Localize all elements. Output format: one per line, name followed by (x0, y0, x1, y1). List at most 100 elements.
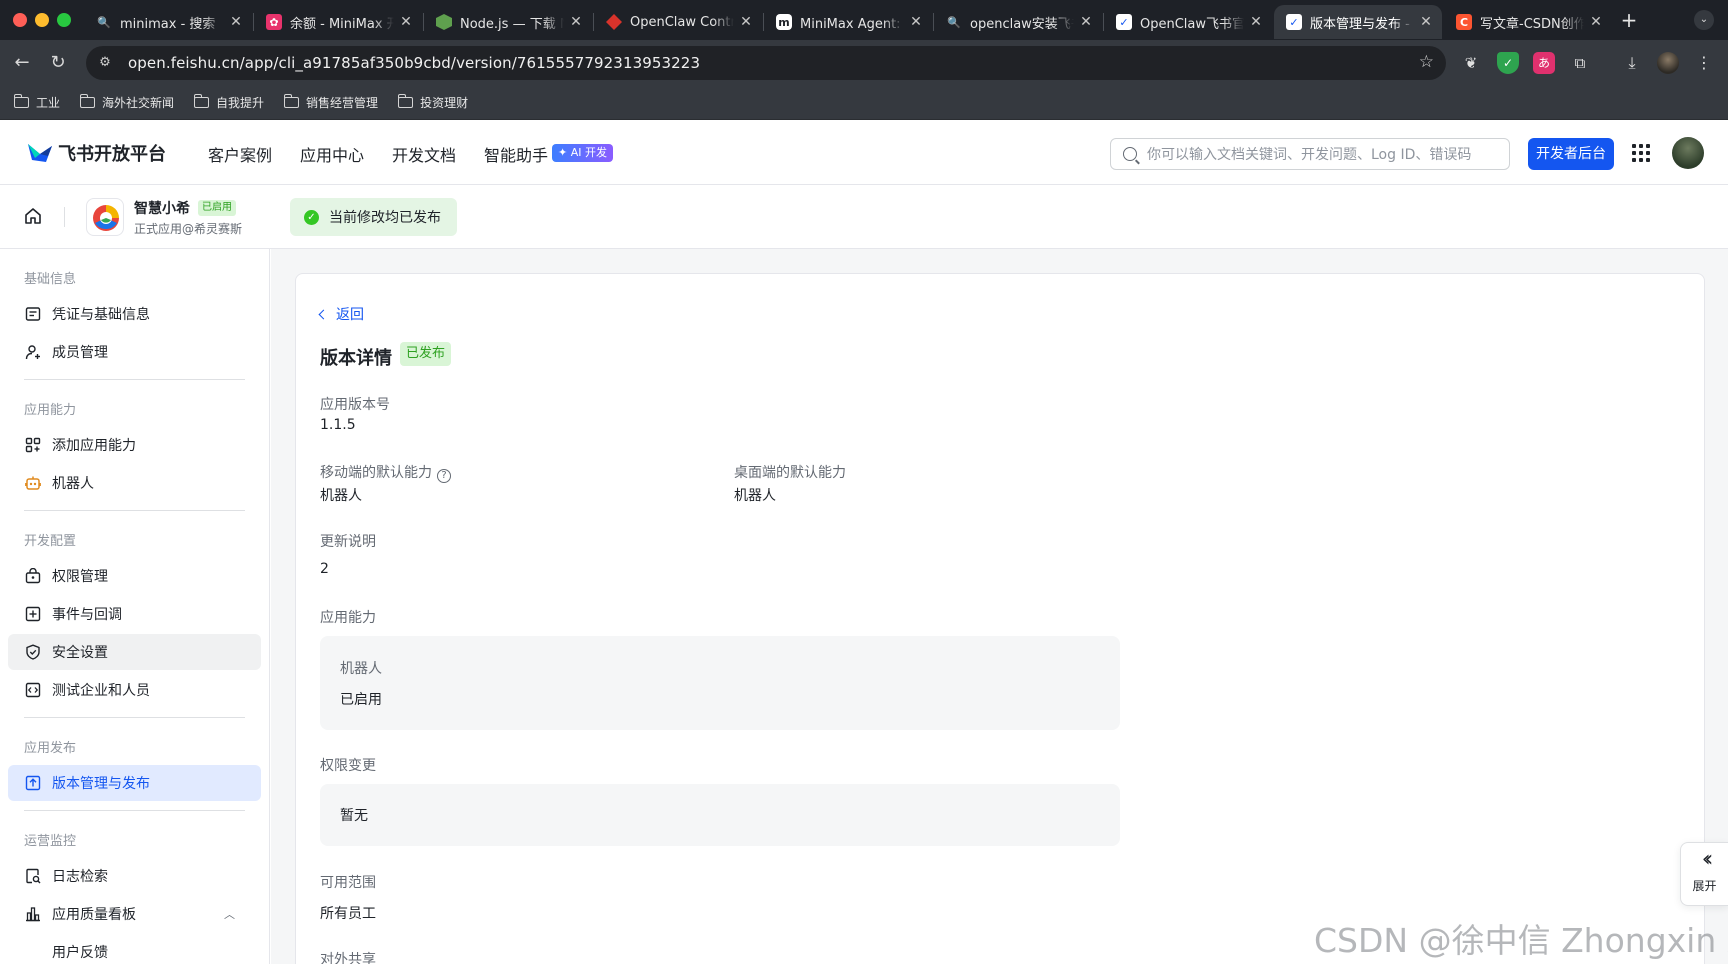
bookmark-folder[interactable]: 投资理财 (397, 94, 468, 111)
sidebar-item-user-feedback[interactable]: 用户反馈 (8, 934, 261, 964)
browser-tab[interactable]: ✿ 余额 - MiniMax 开 ✕ (254, 5, 422, 39)
version-number-value: 1.1.5 (320, 417, 356, 433)
tab-search-chevron-icon[interactable]: ⌄ (1694, 10, 1714, 30)
extension-icon[interactable]: ❦ (1460, 52, 1482, 74)
browser-tab[interactable]: 🔍 minimax - 搜索 ✕ (84, 5, 252, 39)
sidebar-item-test-enterprise[interactable]: 测试企业和人员 (8, 672, 261, 708)
window-zoom-button[interactable] (57, 13, 71, 27)
translate-extension-icon[interactable]: あ (1533, 52, 1555, 74)
address-bar[interactable]: ⚙ open.feishu.cn/app/cli_a91785af350b9cb… (86, 46, 1446, 80)
feishu-logo-icon[interactable] (26, 140, 54, 164)
sidebar-item-version-release[interactable]: 版本管理与发布 (8, 765, 261, 801)
menu-kebab-icon[interactable]: ⋮ (1693, 52, 1715, 74)
ai-dev-badge[interactable]: ✦ AI 开发 (552, 144, 613, 162)
expand-panel-button[interactable]: ‹‹ 展开 (1680, 842, 1728, 906)
sidebar-item-add-capability[interactable]: 添加应用能力 (8, 427, 261, 463)
sidebar-item-log-search[interactable]: 日志检索 (8, 858, 261, 894)
close-icon[interactable]: ✕ (908, 14, 924, 30)
sidebar-item-label: 添加应用能力 (52, 438, 136, 454)
csdn-icon: C (1456, 14, 1472, 30)
sidebar-item-members[interactable]: 成员管理 (8, 334, 261, 370)
sidebar-group-title: 应用发布 (24, 741, 77, 756)
app-subtitle: 正式应用@希灵赛斯 (134, 222, 243, 236)
browser-toolbar: ← ↻ ⚙ open.feishu.cn/app/cli_a91785af350… (0, 40, 1728, 86)
help-icon[interactable]: ? (437, 469, 451, 483)
shield-extension-icon[interactable]: ✓ (1497, 52, 1519, 74)
sidebar-item-events[interactable]: 事件与回调 (8, 596, 261, 632)
nav-customer-cases[interactable]: 客户案例 (208, 142, 272, 166)
publish-status-text: 当前修改均已发布 (329, 210, 441, 226)
status-badge: 已启用 (198, 200, 236, 216)
sidebar-item-security[interactable]: 安全设置 (8, 634, 261, 670)
sidebar-item-permissions[interactable]: 权限管理 (8, 558, 261, 594)
watermark: CSDN @徐中信 Zhongxin Xu (1314, 921, 1728, 960)
brand-title[interactable]: 飞书开放平台 (58, 140, 166, 166)
app-grid-icon[interactable] (1632, 144, 1650, 162)
search-icon: 🔍 (97, 15, 111, 29)
close-icon[interactable]: ✕ (1248, 14, 1264, 30)
close-icon[interactable]: ✕ (1588, 14, 1604, 30)
profile-avatar[interactable] (1657, 52, 1679, 74)
browser-tab[interactable]: ✓ OpenClaw飞书官 ✕ (1104, 5, 1272, 39)
sidebar-item-quality-board[interactable]: 应用质量看板 ︿ (8, 896, 261, 932)
window-close-button[interactable] (13, 13, 27, 27)
home-icon[interactable] (24, 207, 42, 225)
developer-console-button[interactable]: 开发者后台 (1528, 138, 1614, 170)
bookmark-folder[interactable]: 销售经营管理 (283, 94, 378, 111)
chevron-up-icon[interactable]: ︿ (224, 906, 235, 922)
close-icon[interactable]: ✕ (1078, 14, 1094, 30)
robot-icon (25, 476, 41, 490)
nav-smart-assistant[interactable]: 智能助手 (484, 142, 548, 166)
event-icon (25, 606, 41, 622)
close-icon[interactable]: ✕ (738, 14, 754, 30)
window-minimize-button[interactable] (35, 13, 49, 27)
code-icon (25, 682, 41, 698)
minimax-icon: ✿ (266, 14, 282, 30)
close-icon[interactable]: ✕ (568, 14, 584, 30)
search-placeholder: 你可以输入文档关键词、开发问题、Log ID、错误码 (1147, 147, 1472, 163)
permission-change-label: 权限变更 (320, 758, 376, 774)
sidebar-item-label: 机器人 (52, 476, 94, 492)
sidebar: 基础信息 凭证与基础信息 成员管理 应用能力 添加应用能力 机器人 开发配置 权… (0, 249, 270, 964)
sidebar-item-label: 日志检索 (52, 869, 108, 885)
browser-tab[interactable]: 🔍 openclaw安装飞书 ✕ (934, 5, 1102, 39)
browser-tab[interactable]: OpenClaw Contro ✕ (594, 5, 762, 39)
back-arrow-icon[interactable]: ← (8, 49, 36, 77)
close-icon[interactable]: ✕ (228, 14, 244, 30)
nav-dev-docs[interactable]: 开发文档 (392, 142, 456, 166)
close-icon[interactable]: ✕ (398, 14, 414, 30)
bookmark-folder[interactable]: 自我提升 (193, 94, 264, 111)
puzzle-extensions-icon[interactable]: ⧉ (1569, 52, 1591, 74)
browser-tab[interactable]: m MiniMax Agent: 旨 ✕ (764, 5, 932, 39)
browser-tab[interactable]: C 写文章-CSDN创作 ✕ (1444, 5, 1612, 39)
external-share-label: 对外共享 (320, 952, 376, 964)
url-text[interactable]: open.feishu.cn/app/cli_a91785af350b9cbd/… (128, 54, 700, 72)
member-icon (25, 345, 40, 360)
sidebar-item-credentials[interactable]: 凭证与基础信息 (8, 296, 261, 332)
new-tab-button[interactable]: + (1616, 8, 1642, 34)
site-info-icon[interactable]: ⚙ (94, 52, 116, 74)
nav-app-center[interactable]: 应用中心 (300, 142, 364, 166)
expand-label: 展开 (1692, 879, 1717, 893)
download-icon[interactable]: ⤓ (1621, 52, 1643, 74)
bookmark-star-icon[interactable]: ☆ (1419, 52, 1434, 72)
browser-tab[interactable]: Node.js — 下载 N ✕ (424, 5, 592, 39)
desktop-default-label: 桌面端的默认能力 (734, 465, 846, 481)
doc-search-input[interactable]: 你可以输入文档关键词、开发问题、Log ID、错误码 (1110, 138, 1510, 170)
feishu-icon: ✓ (1286, 14, 1302, 30)
feishu-icon: ✓ (1116, 14, 1132, 30)
bookmark-folder[interactable]: 工业 (13, 94, 60, 111)
back-link[interactable]: 返回 (318, 304, 364, 324)
avatar[interactable] (1672, 137, 1704, 169)
reload-icon[interactable]: ↻ (44, 49, 72, 77)
browser-tab-active[interactable]: ✓ 版本管理与发布 - ✕ (1274, 5, 1442, 39)
site-header: 飞书开放平台 客户案例 应用中心 开发文档 智能助手 ✦ AI 开发 你可以输入… (0, 120, 1728, 185)
grid-add-icon (25, 437, 41, 453)
folder-icon (397, 94, 414, 108)
app-bar: 智慧小希 已启用 正式应用@希灵赛斯 ✓ 当前修改均已发布 (0, 185, 1728, 249)
close-icon[interactable]: ✕ (1418, 14, 1434, 30)
bookmark-folder[interactable]: 海外社交新闻 (79, 94, 174, 111)
chevron-left-icon (318, 309, 329, 320)
sidebar-group-title: 运营监控 (24, 834, 77, 849)
sidebar-item-robot[interactable]: 机器人 (8, 465, 261, 501)
